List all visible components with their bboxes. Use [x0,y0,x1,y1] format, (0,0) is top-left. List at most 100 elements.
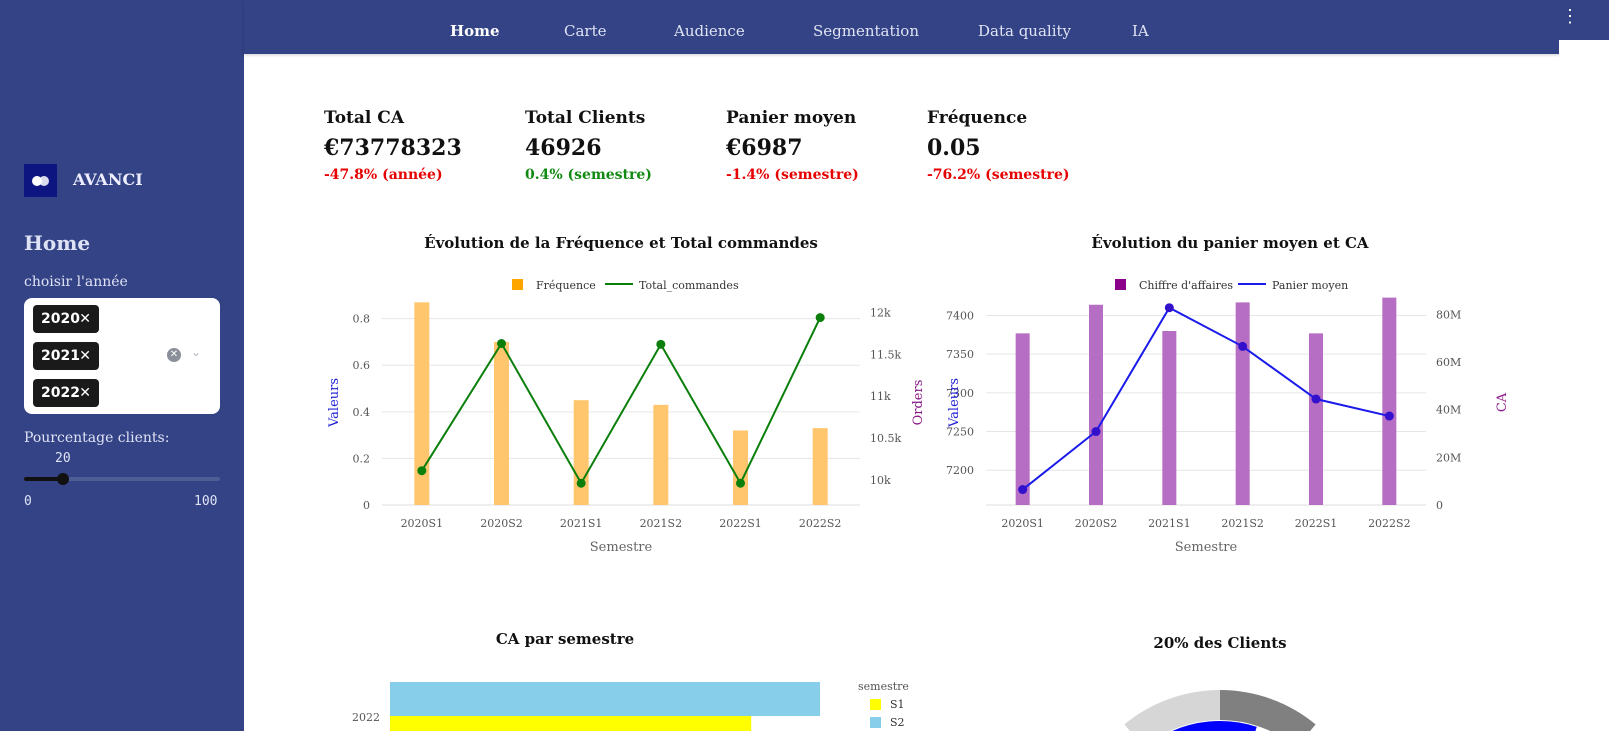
remove-chip-icon[interactable]: ✕ [79,379,91,407]
bar [573,400,589,505]
x-tick-label: 2020S2 [1075,517,1118,530]
nav-audience[interactable]: Audience [674,22,745,40]
y-tick-label: 0.2 [353,452,371,465]
line-marker [497,339,506,349]
x-tick-label: 2021S1 [560,517,603,530]
y2-tick-label: 60M [1436,356,1461,369]
year-chip-label: 2020 [41,311,80,327]
y-tick-label: 7350 [946,348,974,361]
nav-carte[interactable]: Carte [564,22,607,40]
line-marker [1091,427,1101,437]
kpi-value: 0.05 [927,135,981,161]
y2-tick-label: 20M [1436,451,1461,464]
gauge-tick-label: 40 [1123,690,1137,691]
x-tick-label: 2022S1 [1295,517,1338,530]
y2-tick-label: 10k [870,474,891,487]
chart2-title: Évolution du panier moyen et CA [1091,234,1369,252]
y-axis-title: Valeurs [327,378,342,428]
legend-label: S2 [890,716,905,729]
legend-label: S1 [890,698,905,711]
x-tick-label: 2021S2 [640,517,683,530]
y2-tick-label: 80M [1436,308,1461,321]
y2-axis-title: Orders [911,380,926,426]
x-tick-label: 2021S1 [1148,517,1191,530]
year-chip[interactable]: 2020 ✕ [33,305,99,333]
chart1-title: Évolution de la Fréquence et Total comma… [424,234,818,252]
line-marker [736,478,745,488]
kpi-title: Panier moyen [726,108,857,128]
line-marker [1238,341,1248,351]
bar [1382,297,1397,505]
kpi-title: Fréquence [927,108,1028,128]
legend-label: Chiffre d'affaires [1139,279,1233,292]
clear-all-icon[interactable]: ✕ [167,348,181,362]
slider-label: Pourcentage clients: [24,430,170,446]
legend-swatch [512,279,523,290]
kpi-value: €73778323 [324,135,462,161]
y2-axis-title: CA [1495,392,1510,412]
x-tick-label: 2020S2 [480,517,523,530]
x-axis-title: Semestre [590,540,653,555]
kpi-delta: 0.4% (semestre) [525,167,652,183]
gauge-tick-label: 60 [1303,690,1317,691]
series-line [1022,306,1390,491]
y-tick-label: 0 [363,499,370,512]
chart2-svg: 72007250730073507400020M40M60M80M2020S1 2… [946,279,1510,555]
remove-chip-icon[interactable]: ✕ [79,305,91,333]
line-marker [1018,485,1028,495]
line-marker [1164,303,1174,313]
bar [812,428,828,505]
scrollbar-area [1559,40,1609,731]
sidebar-title: Home [24,231,91,255]
kpi-value: 46926 [525,135,602,161]
slider-value: 20 [55,451,71,466]
bar [733,430,748,505]
chart3-title: CA par semestre [495,630,635,648]
slider-min: 0 [24,494,32,509]
bar [494,341,509,505]
y-tick-label: 0.4 [353,406,371,419]
line-marker [1384,411,1394,421]
bar [1015,333,1030,505]
kpi-card: Fréquence 0.05 -76.2% (semestre) [927,108,1117,183]
legend-title: semestre [858,680,909,693]
nav-data-quality[interactable]: Data quality [978,22,1071,40]
y-tick-label: 7400 [946,309,974,322]
legend-label: Total_commandes [639,279,739,292]
x-tick-label: 2020S1 [1001,517,1044,530]
kpi-title: Total Clients [525,108,646,128]
line-marker [1311,394,1321,404]
percentage-slider[interactable] [24,473,220,485]
kpi-title: Total CA [324,108,405,128]
x-tick-label: 2022S1 [719,517,762,530]
legend-label: Fréquence [536,279,596,292]
x-axis-title: Semestre [1175,540,1238,555]
bar [653,404,669,505]
y-tick-label: 0.8 [353,313,371,326]
nav-segmentation[interactable]: Segmentation [813,22,919,40]
bar [1089,304,1103,505]
x-tick-label: 2020S1 [401,517,444,530]
kebab-menu-icon[interactable]: ⋮ [1561,8,1579,26]
nav-ia[interactable]: IA [1132,22,1149,40]
y-tick-label: 2022 [352,711,380,724]
year-multiselect[interactable]: 2020 ✕ 2021 ✕ 2022 ✕ ✕ ⌄ [24,298,220,414]
line-marker [417,466,427,476]
kpi-delta: -47.8% (année) [324,167,443,183]
chevron-down-icon[interactable]: ⌄ [191,345,201,359]
kpi-card: Total CA €73778323 -47.8% (année) [324,108,514,183]
bar [1309,333,1323,505]
y2-tick-label: 12k [870,307,891,320]
kpi-card: Panier moyen €6987 -1.4% (semestre) [726,108,916,183]
legend-label: Panier moyen [1272,279,1348,292]
x-tick-label: 2022S2 [799,517,842,530]
bar-s1 [390,716,752,731]
year-chip-label: 2022 [41,385,80,401]
year-chip[interactable]: 2021 ✕ [33,342,99,370]
kpi-delta: -1.4% (semestre) [726,167,859,183]
brand-name: AVANCI [73,170,143,189]
slider-thumb[interactable] [57,473,69,485]
nav-home[interactable]: Home [450,22,500,40]
year-chip[interactable]: 2022 ✕ [33,379,99,407]
remove-chip-icon[interactable]: ✕ [79,342,91,370]
